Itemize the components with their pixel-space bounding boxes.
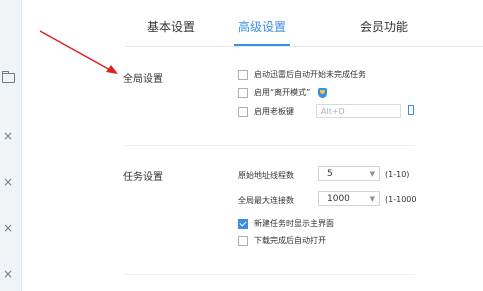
option-auto-start-unfinished[interactable]: 启动迅雷后自动开始未完成任务 (238, 68, 366, 81)
global-max-connections-range: (1-1000 (385, 195, 417, 204)
edit-icon[interactable] (408, 105, 414, 115)
option-label: 启用老板键 (254, 107, 294, 116)
option-auto-open-after-download[interactable]: 下载完成后自动打开 (238, 234, 326, 247)
option-label: 下载完成后自动打开 (254, 236, 326, 245)
original-threads-select[interactable]: 5 ▼ (318, 166, 380, 181)
option-show-main-on-new-task[interactable]: 新建任务时显示主界面 (238, 217, 334, 230)
checkbox[interactable] (238, 235, 248, 246)
checkbox-checked[interactable] (238, 218, 248, 229)
select-value: 5 (327, 169, 333, 179)
dropdown-arrow-icon: ▼ (369, 170, 375, 178)
global-settings-title: 全局设置 (123, 74, 163, 85)
option-boss-key[interactable]: 启用老板键 (238, 105, 294, 118)
checkbox[interactable] (238, 87, 248, 98)
dropdown-arrow-icon: ▼ (369, 195, 375, 203)
global-max-connections-select[interactable]: 1000 ▼ (318, 191, 380, 206)
option-label: 新建任务时显示主界面 (254, 219, 334, 228)
boss-key-hotkey-field[interactable]: Alt+D (316, 104, 401, 118)
option-leave-mode[interactable]: 启用“离开模式” (238, 86, 328, 99)
section-divider (125, 274, 415, 275)
checkbox[interactable] (238, 69, 248, 80)
option-label: 启用“离开模式” (254, 88, 311, 97)
option-label: 启动迅雷后自动开始未完成任务 (254, 70, 366, 79)
select-value: 1000 (327, 194, 350, 204)
original-threads-label: 原始地址线程数 (238, 171, 294, 180)
original-threads-range: (1-10) (385, 170, 410, 179)
checkbox[interactable] (238, 106, 248, 117)
shield-icon (318, 87, 328, 98)
task-settings-title: 任务设置 (123, 172, 163, 183)
global-max-connections-label: 全局最大连接数 (238, 196, 294, 205)
section-divider (125, 145, 415, 146)
